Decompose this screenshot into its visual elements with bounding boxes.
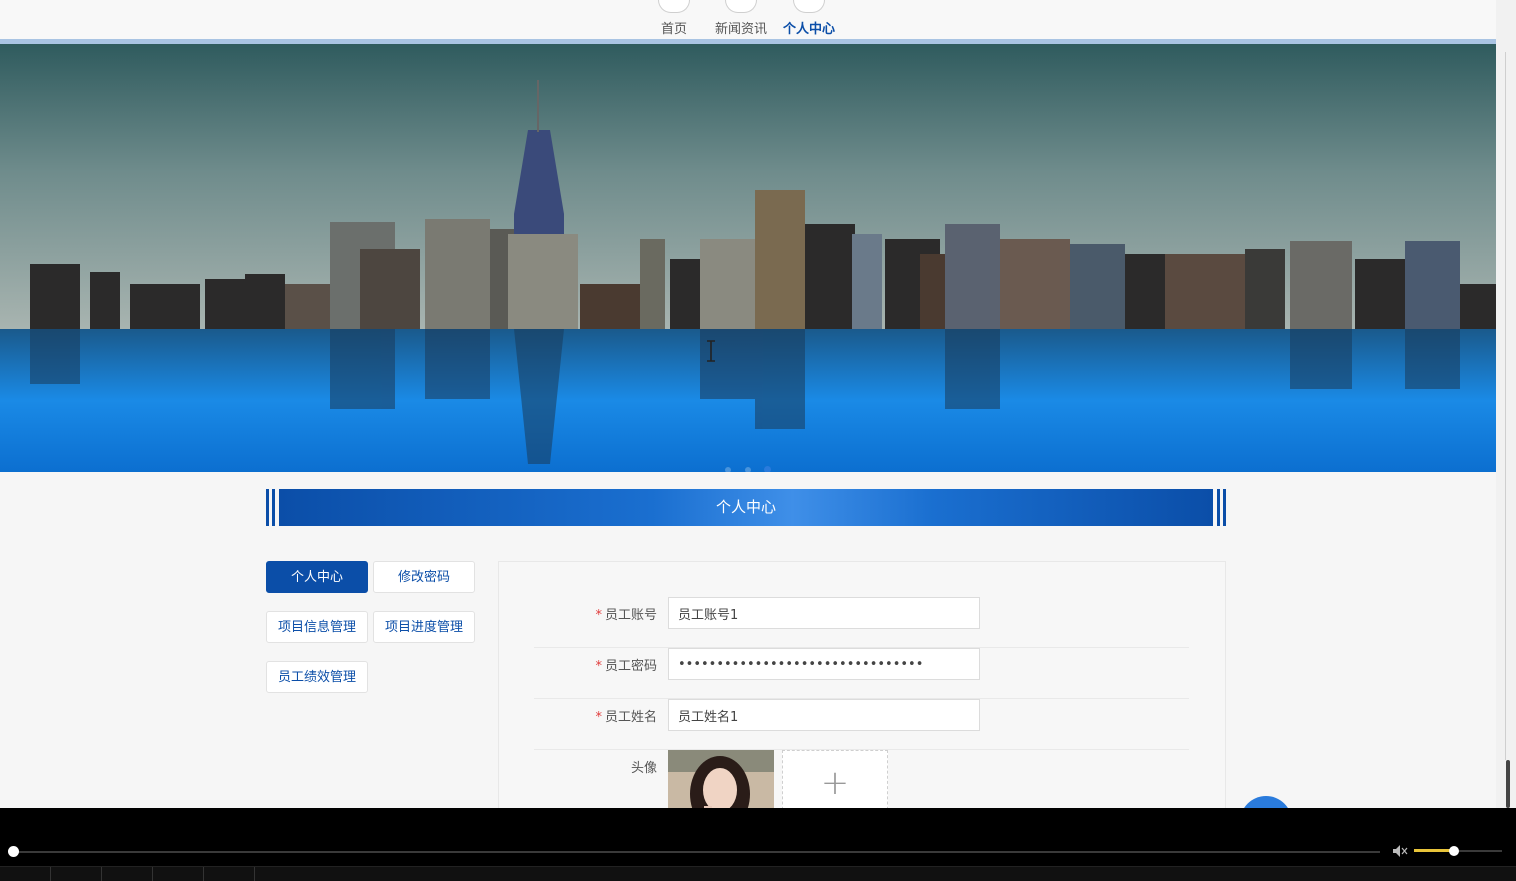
player-tab[interactable]	[51, 867, 102, 881]
menu-personal-center[interactable]: 个人中心	[266, 561, 368, 593]
page-scrollbar[interactable]	[1496, 0, 1516, 808]
avatar-label: 头像	[630, 761, 657, 776]
password-label-text: 员工密码	[604, 659, 657, 674]
carousel-dot[interactable]	[744, 467, 751, 472]
nav-label-home: 首页	[660, 22, 687, 37]
nav-item-news[interactable]: 新闻资讯	[706, 0, 776, 39]
banner-carousel[interactable]	[0, 44, 1496, 472]
plus-icon: +	[820, 763, 850, 803]
profile-form-panel: *员工账号 *员工密码 *员工姓名 头像 +	[498, 561, 1226, 821]
required-mark: *	[595, 608, 602, 623]
form-row-account: * 员工账号	[534, 597, 1189, 648]
scrollbar-track-line	[1505, 52, 1506, 760]
volume-fill	[1414, 849, 1454, 852]
title-bar-edge	[266, 489, 269, 526]
account-label: * 员工账号	[595, 604, 657, 623]
form-row-name: * 员工姓名	[534, 699, 1189, 750]
name-label-text: 员工姓名	[604, 710, 657, 725]
top-nav: 首页 新闻资讯 个人中心	[0, 0, 1496, 39]
player-tab[interactable]	[0, 867, 51, 881]
name-label: * 员工姓名	[595, 706, 657, 725]
player-tab[interactable]	[102, 867, 153, 881]
text-cursor-icon	[707, 340, 715, 362]
password-input[interactable]	[668, 648, 980, 680]
seek-handle[interactable]	[8, 846, 19, 857]
section-title-bar: 个人中心	[266, 489, 1226, 526]
carousel-dot[interactable]	[725, 467, 732, 472]
password-label: * 员工密码	[595, 655, 657, 674]
title-bar-edge	[1223, 489, 1226, 526]
carousel-dots	[0, 458, 1496, 472]
player-tab[interactable]	[153, 867, 204, 881]
user-icon	[793, 0, 825, 13]
carousel-dot-active[interactable]	[763, 466, 771, 472]
account-label-text: 员工账号	[604, 608, 657, 623]
volume-handle[interactable]	[1448, 846, 1459, 856]
name-input[interactable]	[668, 699, 980, 731]
nav-label-personal-center: 个人中心	[782, 22, 835, 37]
title-bar-edge	[272, 489, 275, 526]
form-row-password: * 员工密码	[534, 648, 1189, 699]
home-icon	[658, 0, 690, 13]
city-skyline-image	[0, 44, 1496, 472]
menu-project-info[interactable]: 项目信息管理	[266, 611, 368, 643]
player-tab-strip	[0, 866, 1516, 881]
nav-label-news: 新闻资讯	[714, 22, 767, 37]
player-tab[interactable]	[204, 867, 255, 881]
menu-change-password[interactable]: 修改密码	[373, 561, 475, 593]
seek-bar[interactable]	[13, 851, 1380, 853]
news-icon	[725, 0, 757, 13]
scrollbar-thumb[interactable]	[1506, 760, 1510, 808]
nav-item-home[interactable]: 首页	[639, 0, 709, 39]
menu-performance[interactable]: 员工绩效管理	[266, 661, 368, 693]
volume-icon[interactable]	[1392, 844, 1408, 858]
menu-project-progress[interactable]: 项目进度管理	[373, 611, 475, 643]
media-player-bar	[0, 808, 1516, 881]
title-bar-edge	[1217, 489, 1220, 526]
account-input[interactable]	[668, 597, 980, 629]
required-mark: *	[595, 659, 602, 674]
nav-item-personal-center[interactable]: 个人中心	[774, 0, 844, 39]
required-mark: *	[595, 710, 602, 725]
section-title: 个人中心	[279, 489, 1213, 526]
